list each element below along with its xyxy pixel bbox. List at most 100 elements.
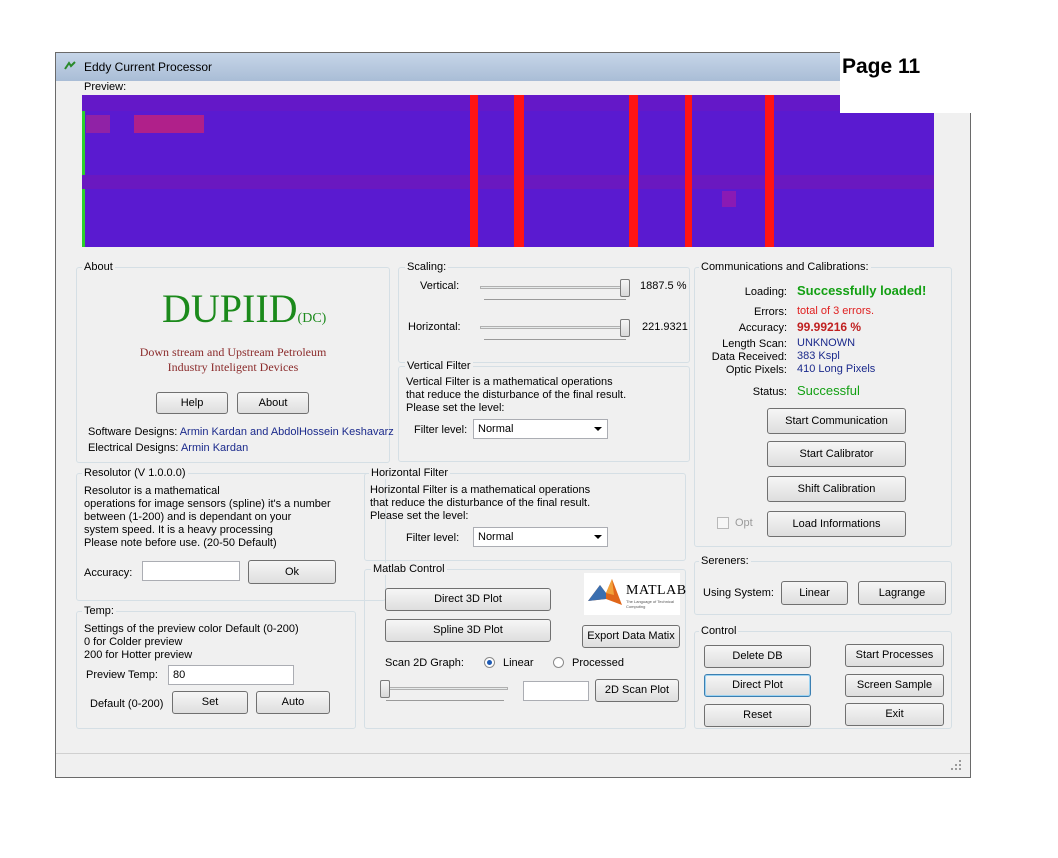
preview-stripe	[514, 95, 524, 247]
horizontal-scale-thumb[interactable]	[620, 319, 630, 337]
scan-2d-input[interactable]	[523, 681, 589, 701]
length-scan-label: Length Scan:	[722, 338, 787, 350]
scan-2d-slider-track[interactable]	[382, 687, 508, 690]
linear-button[interactable]: Linear	[781, 581, 848, 605]
vertical-filter-desc-1: Vertical Filter is a mathematical operat…	[406, 376, 613, 388]
horizontal-filter-description: Horizontal Filter is a mathematical oper…	[370, 484, 590, 523]
screen-sample-button[interactable]: Screen Sample	[845, 674, 944, 697]
lagrange-button[interactable]: Lagrange	[858, 581, 946, 605]
ok-button[interactable]: Ok	[248, 560, 336, 584]
resize-grip-icon[interactable]	[950, 759, 962, 771]
data-received-value: 383 Kspl	[797, 350, 840, 362]
vertical-filter-level-select[interactable]: Normal	[473, 419, 608, 439]
matlab-logo: MATLAB The Language of Technical Computi…	[584, 573, 686, 615]
temp-desc-3: 200 for Hotter preview	[84, 649, 193, 661]
linear-radio[interactable]	[484, 657, 495, 668]
direct-plot-button[interactable]: Direct Plot	[704, 674, 811, 697]
control-group-title: Control	[699, 625, 739, 637]
preview-label: Preview:	[84, 81, 127, 93]
electrical-names: Armin Kardan	[180, 442, 249, 454]
start-processes-button[interactable]: Start Processes	[845, 644, 944, 667]
vertical-filter-desc-2: that reduce the disturbance of the final…	[406, 389, 627, 401]
scan-2d-plot-button[interactable]: 2D Scan Plot	[595, 679, 679, 702]
app-logo: DUPIID(DC)	[162, 285, 326, 332]
vertical-scale-track[interactable]	[480, 286, 630, 289]
reset-button[interactable]: Reset	[704, 704, 811, 727]
auto-button[interactable]: Auto	[256, 691, 330, 714]
vertical-scale-thumb[interactable]	[620, 279, 630, 297]
title-bar[interactable]: Eddy Current Processor	[56, 53, 970, 81]
temp-group-title: Temp:	[82, 605, 116, 617]
optic-pixels-value: 410 Long Pixels	[797, 363, 876, 375]
chevron-down-icon	[594, 427, 602, 431]
preview-band	[82, 175, 934, 189]
processed-radio[interactable]	[553, 657, 564, 668]
temp-desc-1: Settings of the preview color Default (0…	[84, 623, 299, 635]
exit-button[interactable]: Exit	[845, 703, 944, 726]
preview-image[interactable]	[82, 95, 934, 247]
help-button[interactable]: Help	[156, 392, 228, 414]
horizontal-filter-level-value: Normal	[478, 531, 514, 543]
preview-stripe	[765, 95, 774, 247]
page-number-label-front: Page 11	[842, 55, 921, 78]
preview-stripe	[685, 95, 692, 247]
preview-hot-region	[86, 115, 110, 133]
accuracy-label: Accuracy:	[738, 322, 787, 334]
resolutor-desc-2: operations for image sensors (spline) it…	[84, 498, 331, 510]
app-icon	[64, 61, 76, 70]
resolutor-description: Resolutor is a mathematical operations f…	[84, 485, 331, 550]
tagline-2: Industry Inteligent Devices	[167, 360, 299, 374]
load-informations-button[interactable]: Load Informations	[767, 511, 906, 537]
status-bar	[56, 753, 970, 778]
logo-sub: (DC)	[297, 311, 327, 326]
matlab-membrane-icon	[588, 579, 622, 605]
preview-hot-region	[134, 115, 204, 133]
status-label: Status:	[752, 386, 787, 398]
matlab-logo-subtitle: The Language of Technical Computing	[626, 599, 674, 609]
about-group-title: About	[82, 261, 115, 273]
resolutor-accuracy-label: Accuracy:	[84, 567, 133, 579]
scan-2d-slider-thumb[interactable]	[380, 680, 390, 698]
status-value: Successful	[797, 383, 860, 398]
length-scan-value: UNKNOWN	[797, 337, 856, 349]
loading-label: Loading:	[744, 286, 787, 298]
processed-radio-label: Processed	[572, 657, 624, 669]
scan-2d-graph-label: Scan 2D Graph:	[385, 657, 464, 669]
vertical-scale-label: Vertical:	[420, 280, 460, 292]
preview-temp-label: Preview Temp:	[86, 669, 158, 681]
resolutor-group-title: Resolutor (V 1.0.0.0)	[82, 467, 188, 479]
preview-temp-input[interactable]: 80	[168, 665, 294, 685]
app-window: Eddy Current Processor Preview: About DU…	[55, 52, 971, 778]
spline-3d-plot-button[interactable]: Spline 3D Plot	[385, 619, 551, 642]
errors-label: Errors:	[754, 306, 787, 318]
start-communication-button[interactable]: Start Communication	[767, 408, 906, 434]
electrical-label: Electrical Designs:	[88, 442, 179, 454]
export-data-matix-button[interactable]: Export Data Matix	[582, 625, 680, 648]
errors-value: total of 3 errors.	[797, 305, 875, 317]
start-calibrator-button[interactable]: Start Calibrator	[767, 441, 906, 467]
vertical-filter-desc-3: Please set the level:	[406, 402, 505, 414]
resolutor-desc-1: Resolutor is a mathematical	[84, 485, 220, 497]
software-names: Armin Kardan and AbdolHossein Keshavarz	[179, 426, 394, 438]
scaling-group-title: Scaling:	[405, 261, 449, 273]
optic-pixels-label: Optic Pixels:	[725, 364, 787, 376]
vertical-filter-level-label: Filter level:	[414, 424, 468, 436]
direct-3d-plot-button[interactable]: Direct 3D Plot	[385, 588, 551, 611]
horizontal-filter-level-select[interactable]: Normal	[473, 527, 608, 547]
delete-db-button[interactable]: Delete DB	[704, 645, 811, 668]
opt-checkbox[interactable]	[717, 517, 729, 529]
shift-calibration-button[interactable]: Shift Calibration	[767, 476, 906, 502]
set-button[interactable]: Set	[172, 691, 248, 714]
communications-group-title: Communications and Calibrations:	[699, 261, 871, 273]
temp-description: Settings of the preview color Default (0…	[84, 623, 299, 662]
radio-selected-dot	[487, 660, 492, 665]
vertical-filter-level-value: Normal	[478, 423, 514, 435]
tagline-1: Down stream and Upstream Petroleum	[139, 345, 327, 359]
opt-label: Opt	[735, 517, 753, 529]
software-label: Software Designs:	[88, 426, 178, 438]
about-button[interactable]: About	[237, 392, 309, 414]
loading-value: Successfully loaded!	[797, 283, 927, 298]
horizontal-scale-track[interactable]	[480, 326, 630, 329]
resolutor-accuracy-input[interactable]	[142, 561, 240, 581]
horizontal-filter-desc-1: Horizontal Filter is a mathematical oper…	[370, 484, 591, 496]
